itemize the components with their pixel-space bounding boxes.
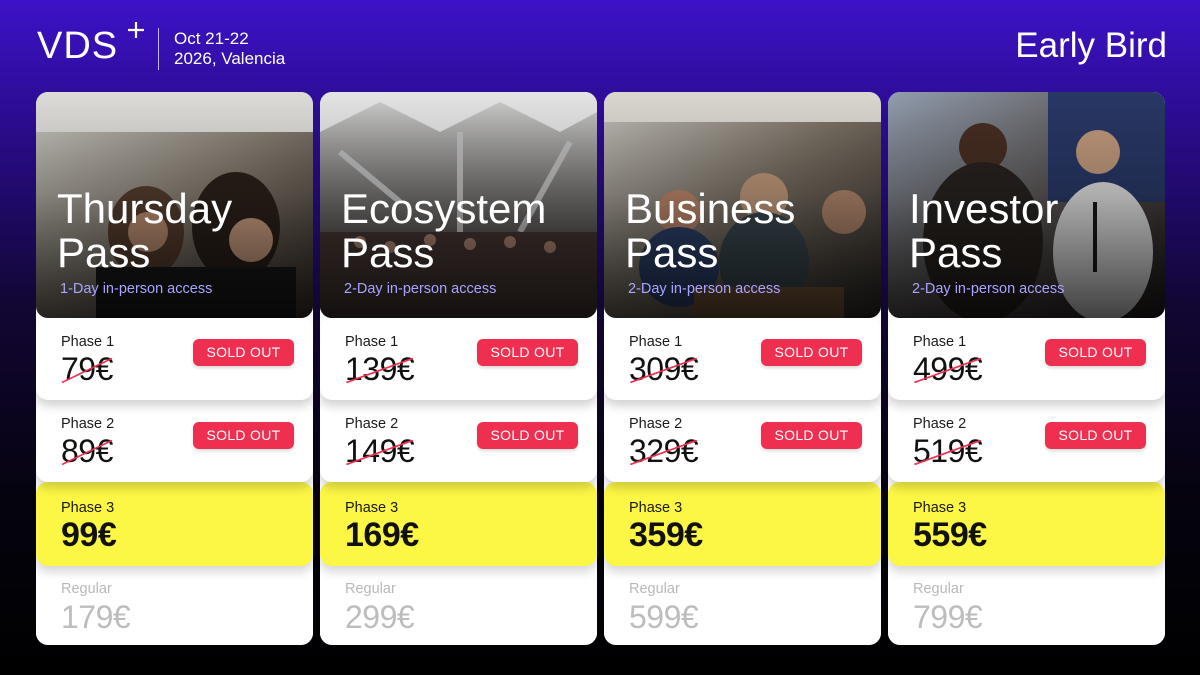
phase-1-tier: Phase 1 79€ SOLD OUT bbox=[36, 318, 313, 400]
phase-1-tier: Phase 1 139€ SOLD OUT bbox=[320, 318, 597, 400]
pass-subtitle: 2-Day in-person access bbox=[628, 281, 781, 297]
pass-hero-image: Ecosystem Pass 2-Day in-person access bbox=[320, 92, 597, 318]
pass-card-thursday[interactable]: Thursday Pass 1-Day in-person access Pha… bbox=[36, 92, 313, 645]
regular-tier: Regular 299€ bbox=[320, 566, 597, 645]
sold-out-badge: SOLD OUT bbox=[1045, 339, 1146, 366]
phase-label: Regular bbox=[345, 581, 396, 597]
phase-3-tier[interactable]: Phase 3 99€ bbox=[36, 482, 313, 566]
strikethrough-mark bbox=[913, 357, 982, 384]
price-current: 359€ bbox=[629, 516, 703, 554]
regular-tier: Regular 799€ bbox=[888, 566, 1165, 645]
event-date: Oct 21-22 bbox=[174, 29, 249, 48]
phase-2-tier: Phase 2 89€ SOLD OUT bbox=[36, 400, 313, 482]
price-regular: 179€ bbox=[61, 599, 131, 635]
vds-logo[interactable]: VDS bbox=[37, 27, 118, 65]
pass-title: Thursday Pass bbox=[57, 185, 233, 276]
sold-out-badge: SOLD OUT bbox=[193, 422, 294, 449]
phase-1-tier: Phase 1 499€ SOLD OUT bbox=[888, 318, 1165, 400]
event-place: 2026, Valencia bbox=[174, 49, 286, 68]
phase-label: Phase 3 bbox=[913, 500, 967, 516]
phase-label: Phase 2 bbox=[913, 416, 967, 432]
header-divider bbox=[158, 28, 159, 70]
phase-3-tier[interactable]: Phase 3 169€ bbox=[320, 482, 597, 566]
phase-2-tier: Phase 2 519€ SOLD OUT bbox=[888, 400, 1165, 482]
pass-title: Ecosystem Pass bbox=[341, 185, 547, 276]
header: VDS Oct 21-22 2026, Valencia Early Bird bbox=[0, 0, 1200, 92]
price-current: 559€ bbox=[913, 516, 987, 554]
phase-label: Regular bbox=[629, 581, 680, 597]
regular-tier: Regular 599€ bbox=[604, 566, 881, 645]
strikethrough-mark bbox=[913, 439, 982, 466]
price-current: 169€ bbox=[345, 516, 419, 554]
pass-title: Investor Pass bbox=[909, 185, 1059, 276]
phase-label: Phase 2 bbox=[61, 416, 115, 432]
event-info: Oct 21-22 2026, Valencia bbox=[174, 29, 285, 69]
price-struck: 139€ bbox=[345, 351, 415, 388]
phase-label: Phase 3 bbox=[629, 500, 683, 516]
phase-3-tier[interactable]: Phase 3 359€ bbox=[604, 482, 881, 566]
phase-1-tier: Phase 1 309€ SOLD OUT bbox=[604, 318, 881, 400]
strikethrough-mark bbox=[345, 439, 414, 466]
price-regular: 799€ bbox=[913, 599, 983, 635]
pass-card-business[interactable]: Business Pass 2-Day in-person access Pha… bbox=[604, 92, 881, 645]
phase-label: Phase 2 bbox=[345, 416, 399, 432]
sold-out-badge: SOLD OUT bbox=[761, 422, 862, 449]
edition-title: Early Bird bbox=[1015, 26, 1167, 65]
phase-2-tier: Phase 2 329€ SOLD OUT bbox=[604, 400, 881, 482]
phase-label: Phase 1 bbox=[913, 334, 967, 350]
price-struck: 519€ bbox=[913, 433, 983, 470]
phase-label: Phase 1 bbox=[345, 334, 399, 350]
regular-tier: Regular 179€ bbox=[36, 566, 313, 645]
sold-out-badge: SOLD OUT bbox=[477, 339, 578, 366]
price-struck: 309€ bbox=[629, 351, 699, 388]
phase-label: Regular bbox=[913, 581, 964, 597]
phase-2-tier: Phase 2 149€ SOLD OUT bbox=[320, 400, 597, 482]
pass-subtitle: 2-Day in-person access bbox=[912, 281, 1065, 297]
pass-subtitle: 2-Day in-person access bbox=[344, 281, 497, 297]
phase-3-tier[interactable]: Phase 3 559€ bbox=[888, 482, 1165, 566]
sold-out-badge: SOLD OUT bbox=[193, 339, 294, 366]
pass-title: Business Pass bbox=[625, 185, 796, 276]
pass-hero-image: Business Pass 2-Day in-person access bbox=[604, 92, 881, 318]
strikethrough-mark bbox=[61, 357, 113, 384]
phase-label: Regular bbox=[61, 581, 112, 597]
phase-label: Phase 2 bbox=[629, 416, 683, 432]
price-struck: 329€ bbox=[629, 433, 699, 470]
price-struck: 89€ bbox=[61, 433, 113, 470]
phase-label: Phase 1 bbox=[629, 334, 683, 350]
pass-hero-image: Thursday Pass 1-Day in-person access bbox=[36, 92, 313, 318]
sparkle-plus-icon bbox=[128, 22, 144, 38]
sold-out-badge: SOLD OUT bbox=[477, 422, 578, 449]
pass-subtitle: 1-Day in-person access bbox=[60, 281, 213, 297]
sold-out-badge: SOLD OUT bbox=[1045, 422, 1146, 449]
price-current: 99€ bbox=[61, 516, 117, 554]
strikethrough-mark bbox=[345, 357, 414, 384]
strikethrough-mark bbox=[61, 439, 113, 466]
pass-card-ecosystem[interactable]: Ecosystem Pass 2-Day in-person access Ph… bbox=[320, 92, 597, 645]
strikethrough-mark bbox=[629, 439, 698, 466]
pass-hero-image: Investor Pass 2-Day in-person access bbox=[888, 92, 1165, 318]
price-struck: 149€ bbox=[345, 433, 415, 470]
price-regular: 599€ bbox=[629, 599, 699, 635]
pass-card-investor[interactable]: Investor Pass 2-Day in-person access Pha… bbox=[888, 92, 1165, 645]
phase-label: Phase 1 bbox=[61, 334, 115, 350]
price-struck: 79€ bbox=[61, 351, 113, 388]
price-struck: 499€ bbox=[913, 351, 983, 388]
price-regular: 299€ bbox=[345, 599, 415, 635]
strikethrough-mark bbox=[629, 357, 698, 384]
phase-label: Phase 3 bbox=[345, 500, 399, 516]
sold-out-badge: SOLD OUT bbox=[761, 339, 862, 366]
phase-label: Phase 3 bbox=[61, 500, 115, 516]
